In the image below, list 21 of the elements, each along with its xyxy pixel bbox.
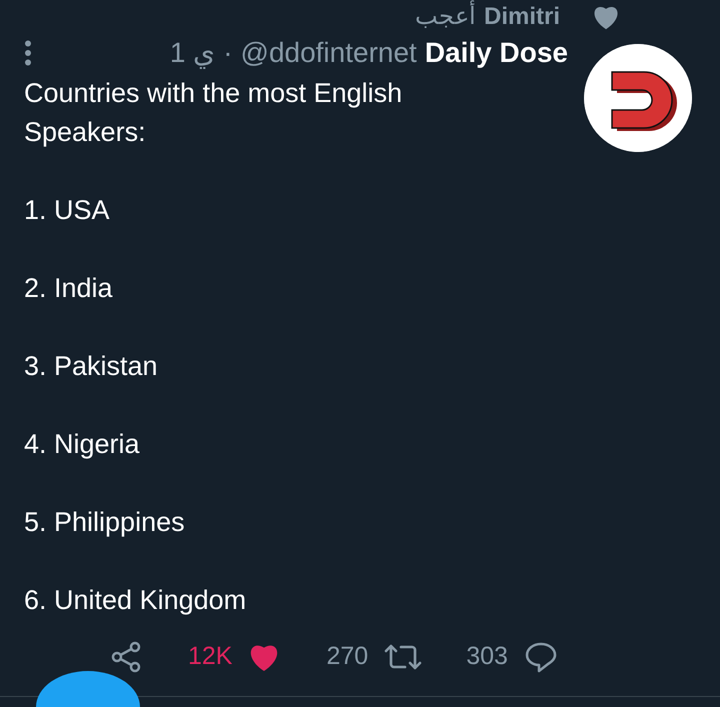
tweet-text: Countries with the most English Speakers: (24, 77, 404, 149)
share-icon[interactable] (110, 641, 142, 673)
user-handle[interactable]: @ddofinternet (240, 33, 417, 73)
user-name: Dimitri (484, 2, 560, 32)
list-item: 3. Pakistan (24, 350, 159, 383)
avatar-logo[interactable] (584, 44, 692, 152)
reply-count: 303 (466, 641, 508, 672)
action-text: أعجب (414, 0, 476, 33)
retweet-icon[interactable] (384, 643, 422, 671)
list-item: 1. USA (24, 194, 111, 227)
list-item: 6. United Kingdom (24, 584, 248, 617)
like-count: 12K (188, 641, 232, 672)
reply-icon[interactable] (524, 641, 558, 673)
list-item: 5. Philippines (24, 506, 186, 539)
retweet-count: 270 (326, 641, 368, 672)
list-item: 2. India (24, 272, 114, 305)
tweet-time: 1 ي (170, 36, 216, 71)
list-item: 4. Nigeria (24, 428, 141, 461)
more-options-icon[interactable] (24, 40, 32, 66)
author-name[interactable]: Daily Dose (424, 33, 568, 73)
separator: · (223, 36, 233, 70)
